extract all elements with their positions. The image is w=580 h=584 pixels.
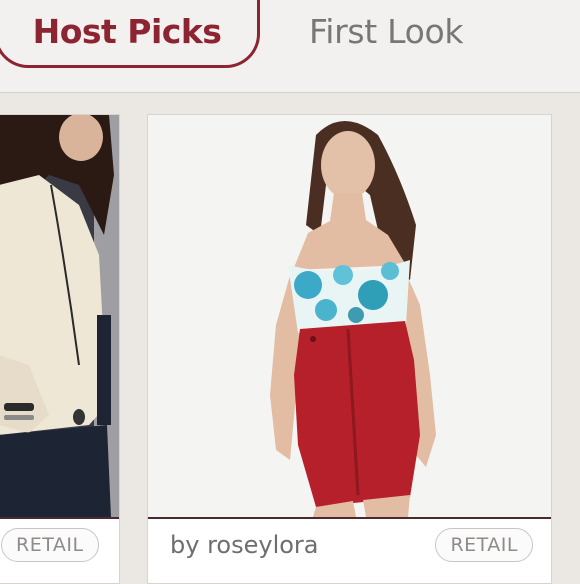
listing-card[interactable]: by roseylora RETAIL <box>147 114 552 584</box>
product-image <box>0 115 119 517</box>
listing-photo[interactable] <box>148 115 551 517</box>
seller-name[interactable]: by roseylora <box>170 531 319 559</box>
tab-first-look[interactable]: First Look <box>309 0 464 68</box>
retail-badge: RETAIL <box>1 528 99 562</box>
retail-badge: RETAIL <box>435 528 533 562</box>
tab-host-picks[interactable]: Host Picks <box>0 0 260 68</box>
listing-photo[interactable] <box>0 115 119 517</box>
product-image <box>148 115 551 517</box>
photo-divider <box>0 517 119 519</box>
tab-bar: Host Picks First Look <box>0 0 580 93</box>
listing-card[interactable]: RETAIL <box>0 114 120 584</box>
photo-divider <box>148 517 551 519</box>
